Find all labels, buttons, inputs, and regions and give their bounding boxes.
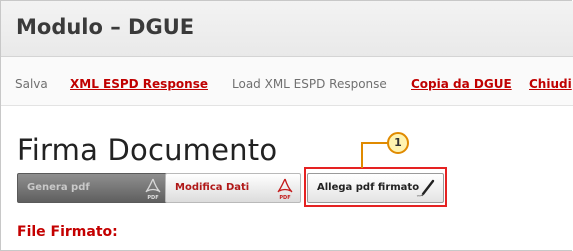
toolbar-copia-da-dgue[interactable]: Copia da DGUE (411, 77, 512, 91)
pen-icon (416, 179, 435, 197)
toolbar-chiudi[interactable]: Chiudi (529, 77, 572, 91)
modifica-dati-label: Modifica Dati (175, 182, 250, 193)
app-title: Modulo – DGUE (16, 15, 195, 39)
allega-pdf-firmato-label: Allega pdf firmato (317, 182, 420, 193)
pdf-icon-text: PDF (279, 195, 290, 201)
toolbar: Salva XML ESPD Response Load XML ESPD Re… (1, 57, 573, 106)
modifica-dati-button[interactable]: Modifica Dati PDF (165, 173, 301, 203)
genera-pdf-button[interactable]: Genera pdf PDF (17, 173, 169, 203)
pdf-icon: PDF (145, 178, 161, 201)
toolbar-load-xml-espd-response[interactable]: Load XML ESPD Response (232, 77, 387, 91)
pdf-icon-text: PDF (147, 195, 158, 201)
genera-pdf-label: Genera pdf (27, 182, 90, 193)
toolbar-salva[interactable]: Salva (15, 77, 48, 91)
toolbar-xml-espd-response[interactable]: XML ESPD Response (70, 77, 208, 91)
allega-pdf-firmato-button[interactable]: Allega pdf firmato (307, 173, 444, 203)
page-title: Firma Documento (17, 133, 278, 167)
file-firmato-label: File Firmato: (17, 224, 118, 240)
app-header: Modulo – DGUE (1, 1, 573, 57)
pdf-icon: PDF (277, 178, 293, 201)
annotation-badge: 1 (387, 132, 409, 154)
